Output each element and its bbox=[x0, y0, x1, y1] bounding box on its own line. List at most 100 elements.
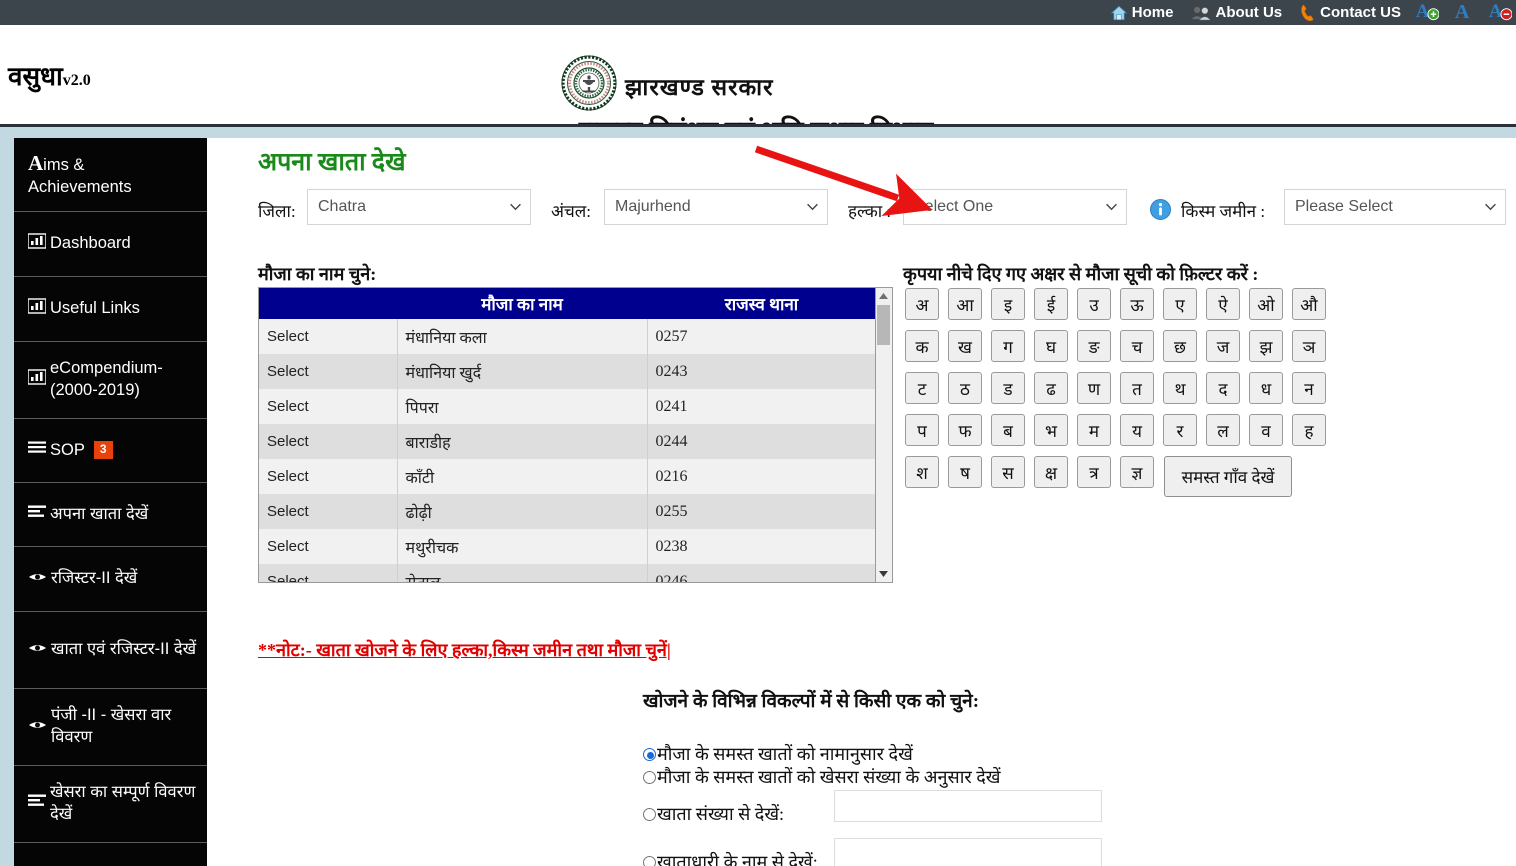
alphabet-key[interactable]: अ bbox=[905, 288, 939, 320]
alphabet-key[interactable]: ल bbox=[1206, 414, 1240, 446]
alphabet-key[interactable]: र bbox=[1163, 414, 1197, 446]
font-increase-icon[interactable]: A bbox=[1415, 0, 1440, 26]
radio-button-by-khata-number[interactable] bbox=[643, 807, 656, 821]
alphabet-key[interactable]: च bbox=[1120, 330, 1154, 362]
alphabet-key[interactable]: औ bbox=[1292, 288, 1326, 320]
sidebar-item-ecompendium[interactable]: eCompendium-(2000-2019) bbox=[14, 342, 207, 419]
alphabet-key[interactable]: ई bbox=[1034, 288, 1068, 320]
table-row[interactable]: Select मथुरीचक 0238 bbox=[259, 529, 875, 564]
alphabet-key[interactable]: ड bbox=[991, 372, 1025, 404]
alphabet-key[interactable]: न bbox=[1292, 372, 1326, 404]
alphabet-key[interactable]: ब bbox=[991, 414, 1025, 446]
sidebar-item-useful-links[interactable]: Useful Links bbox=[14, 277, 207, 342]
alphabet-key[interactable]: ओ bbox=[1249, 288, 1283, 320]
alphabet-key[interactable]: द bbox=[1206, 372, 1240, 404]
brand-logo[interactable]: वसुधाv2.0 bbox=[8, 57, 91, 93]
radio-option-by-holder-name[interactable]: खाताधारी के नाम से देखें: bbox=[643, 850, 818, 866]
alphabet-key[interactable]: ध bbox=[1249, 372, 1283, 404]
alphabet-key[interactable]: त्र bbox=[1077, 456, 1111, 488]
alphabet-key[interactable]: ह bbox=[1292, 414, 1326, 446]
radio-option-by-khesra[interactable]: मौजा के समस्त खातों को खेसरा संख्या के अ… bbox=[643, 765, 1001, 789]
alphabet-key[interactable]: आ bbox=[948, 288, 982, 320]
alphabet-key[interactable]: झ bbox=[1249, 330, 1283, 362]
alphabet-key[interactable]: ठ bbox=[948, 372, 982, 404]
halka-select[interactable]: Select One bbox=[903, 189, 1127, 225]
alphabet-key[interactable]: प bbox=[905, 414, 939, 446]
alphabet-key[interactable]: श bbox=[905, 456, 939, 488]
table-row[interactable]: Select बाराडीह 0244 bbox=[259, 424, 875, 459]
info-icon[interactable] bbox=[1150, 199, 1171, 220]
alphabet-key[interactable]: ष bbox=[948, 456, 982, 488]
nav-about-us[interactable]: About Us bbox=[1191, 4, 1282, 21]
alphabet-key[interactable]: ऐ bbox=[1206, 288, 1240, 320]
alphabet-key[interactable]: व bbox=[1249, 414, 1283, 446]
alphabet-key[interactable]: ञ bbox=[1292, 330, 1326, 362]
khata-number-input[interactable] bbox=[834, 790, 1102, 822]
circle-select[interactable]: Majurhend bbox=[604, 189, 828, 225]
all-villages-button[interactable]: समस्त गाँव देखें bbox=[1164, 456, 1292, 497]
radio-button-by-name[interactable] bbox=[643, 747, 656, 761]
table-row[interactable]: Select मंधानिया खुर्द 0243 bbox=[259, 354, 875, 389]
scroll-down-icon[interactable] bbox=[876, 566, 891, 582]
alphabet-key[interactable]: ग bbox=[991, 330, 1025, 362]
row-select-link[interactable]: Select bbox=[259, 319, 398, 354]
alphabet-key[interactable]: ज bbox=[1206, 330, 1240, 362]
sidebar-item-dashboard[interactable]: Dashboard bbox=[14, 212, 207, 277]
alphabet-key[interactable]: ण bbox=[1077, 372, 1111, 404]
row-select-link[interactable]: Select bbox=[259, 564, 398, 582]
alphabet-key[interactable]: ऊ bbox=[1120, 288, 1154, 320]
nav-contact-us[interactable]: Contact US bbox=[1300, 4, 1401, 22]
land-type-select[interactable]: Please Select bbox=[1284, 189, 1506, 225]
alphabet-key[interactable]: क bbox=[905, 330, 939, 362]
row-select-link[interactable]: Select bbox=[259, 494, 398, 529]
alphabet-key[interactable]: ए bbox=[1163, 288, 1197, 320]
row-select-link[interactable]: Select bbox=[259, 459, 398, 494]
alphabet-key[interactable]: इ bbox=[991, 288, 1025, 320]
sidebar-item-khesra-sampurn-vivran[interactable]: खेसरा का सम्पूर्ण विवरण देखें bbox=[14, 766, 207, 843]
radio-option-by-khata-number[interactable]: खाता संख्या से देखें: bbox=[643, 802, 784, 826]
alphabet-key[interactable]: क्ष bbox=[1034, 456, 1068, 488]
holder-name-input[interactable] bbox=[834, 838, 1102, 866]
font-decrease-icon[interactable]: A bbox=[1488, 0, 1513, 26]
row-select-link[interactable]: Select bbox=[259, 424, 398, 459]
alphabet-key[interactable]: म bbox=[1077, 414, 1111, 446]
row-select-link[interactable]: Select bbox=[259, 354, 398, 389]
alphabet-key[interactable]: ख bbox=[948, 330, 982, 362]
sidebar-item-aims-achievements[interactable]: Aims & Achievements bbox=[14, 138, 207, 212]
table-row[interactable]: Select काँटी 0216 bbox=[259, 459, 875, 494]
alphabet-key[interactable]: घ bbox=[1034, 330, 1068, 362]
mouja-table-scrollbar[interactable] bbox=[876, 287, 893, 583]
alphabet-key[interactable]: छ bbox=[1163, 330, 1197, 362]
scrollbar-thumb[interactable] bbox=[877, 305, 890, 345]
sidebar-item-register-2-dekhen[interactable]: रजिस्टर-II देखें bbox=[14, 547, 207, 612]
alphabet-key[interactable]: फ bbox=[948, 414, 982, 446]
font-normal-icon[interactable]: A bbox=[1453, 0, 1474, 26]
row-select-link[interactable]: Select bbox=[259, 529, 398, 564]
radio-option-by-name[interactable]: मौजा के समस्त खातों को नामानुसार देखें bbox=[643, 742, 913, 766]
alphabet-key[interactable]: ढ bbox=[1034, 372, 1068, 404]
scroll-up-icon[interactable] bbox=[876, 288, 891, 304]
alphabet-key[interactable]: भ bbox=[1034, 414, 1068, 446]
table-row[interactable]: Select सेताल 0246 bbox=[259, 564, 875, 582]
table-row[interactable]: Select ढोढ़ी 0255 bbox=[259, 494, 875, 529]
sidebar-item-apna-khata-dekhen[interactable]: अपना खाता देखें bbox=[14, 483, 207, 547]
alphabet-key[interactable]: उ bbox=[1077, 288, 1111, 320]
alphabet-key[interactable]: य bbox=[1120, 414, 1154, 446]
sidebar-item-khata-evam-register-2[interactable]: खाता एवं रजिस्टर-II देखें bbox=[14, 612, 207, 689]
alphabet-key[interactable]: स bbox=[991, 456, 1025, 488]
nav-home[interactable]: Home bbox=[1110, 4, 1173, 22]
sidebar-item-label-aims: ims & bbox=[43, 156, 85, 174]
table-row[interactable]: Select मंधानिया कला 0257 bbox=[259, 319, 875, 354]
alphabet-key[interactable]: थ bbox=[1163, 372, 1197, 404]
alphabet-key[interactable]: ज्ञ bbox=[1120, 456, 1154, 488]
sidebar-item-sop[interactable]: SOP 3 bbox=[14, 419, 207, 483]
table-row[interactable]: Select पिपरा 0241 bbox=[259, 389, 875, 424]
radio-button-by-holder-name[interactable] bbox=[643, 855, 656, 866]
radio-button-by-khesra[interactable] bbox=[643, 770, 656, 784]
alphabet-key[interactable]: ट bbox=[905, 372, 939, 404]
row-select-link[interactable]: Select bbox=[259, 389, 398, 424]
alphabet-key[interactable]: त bbox=[1120, 372, 1154, 404]
district-select[interactable]: Chatra bbox=[307, 189, 531, 225]
sidebar-item-panji-2-khesra[interactable]: पंजी -II - खेसरा वार विवरण bbox=[14, 689, 207, 766]
alphabet-key[interactable]: ङ bbox=[1077, 330, 1111, 362]
